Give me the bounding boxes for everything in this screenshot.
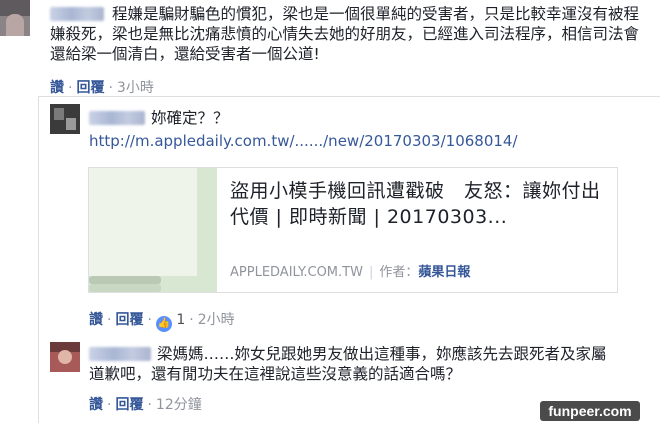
watermark: funpeer.com [540, 401, 640, 421]
reply-button[interactable]: 回覆 [115, 397, 143, 413]
separator: · [147, 312, 152, 328]
separator: · [108, 80, 113, 96]
comment-actions: 讚 · 回覆 · 3小時 [50, 77, 154, 97]
author-label: 作者： [379, 265, 419, 280]
separator: · [68, 80, 73, 96]
like-button[interactable]: 讚 [89, 312, 103, 328]
timestamp[interactable]: 12分鐘 [156, 397, 202, 413]
commenter-name[interactable] [89, 111, 145, 125]
separator: · [189, 312, 194, 328]
reply-body: 妳確定？？ [89, 108, 629, 128]
thumbs-up-icon[interactable]: 👍 [155, 316, 172, 332]
reaction-count[interactable]: 1 [176, 312, 185, 328]
reply-text: 妳確定？？ [151, 109, 229, 127]
like-button[interactable]: 讚 [50, 80, 64, 96]
comment-body: 程嫌是騙財騙色的慣犯，梁也是一個很單純的受害者，只是比較幸運沒有被程嫌殺死，梁也… [50, 4, 650, 64]
separator: · [107, 397, 112, 413]
commenter-name[interactable] [89, 347, 151, 361]
separator: · [147, 397, 152, 413]
link-preview-card[interactable]: 盜用小模手機回訊遭戳破 友怒：讓妳付出代價 | 即時新聞 | 20170303.… [88, 167, 618, 293]
timestamp[interactable]: 2小時 [198, 312, 235, 328]
timestamp[interactable]: 3小時 [117, 80, 154, 96]
avatar[interactable] [0, 0, 30, 36]
article-source: APPLEDAILY.COM.TW | 作者：蘋果日報 [230, 265, 471, 280]
publisher-link[interactable]: 蘋果日報 [418, 265, 470, 280]
reply-button[interactable]: 回覆 [115, 312, 143, 328]
article-link[interactable]: http://m.appledaily.com.tw/....../new/20… [89, 131, 518, 151]
article-thumbnail [89, 168, 217, 292]
reply-actions: 讚 · 回覆 · 👍 1 · 2小時 [89, 309, 235, 332]
article-title[interactable]: 盜用小模手機回訊遭戳破 友怒：讓妳付出代價 | 即時新聞 | 20170303.… [230, 178, 610, 230]
commenter-name[interactable] [50, 7, 104, 21]
separator: · [107, 312, 112, 328]
article-domain: APPLEDAILY.COM.TW [230, 265, 363, 280]
like-button[interactable]: 讚 [89, 397, 103, 413]
comment-text: 程嫌是騙財騙色的慣犯，梁也是一個很單純的受害者，只是比較幸運沒有被程嫌殺死，梁也… [50, 5, 640, 63]
avatar[interactable] [50, 342, 80, 372]
avatar[interactable] [50, 104, 80, 134]
reply-button[interactable]: 回覆 [76, 80, 104, 96]
reply-text: 梁媽媽……妳女兒跟她男友做出這種事，妳應該先去跟死者及家屬道歉吧，還有閒功夫在這… [89, 345, 607, 383]
reply-body: 梁媽媽……妳女兒跟她男友做出這種事，妳應該先去跟死者及家屬道歉吧，還有閒功夫在這… [89, 344, 609, 384]
reply-actions: 讚 · 回覆 · 12分鐘 [89, 394, 202, 414]
